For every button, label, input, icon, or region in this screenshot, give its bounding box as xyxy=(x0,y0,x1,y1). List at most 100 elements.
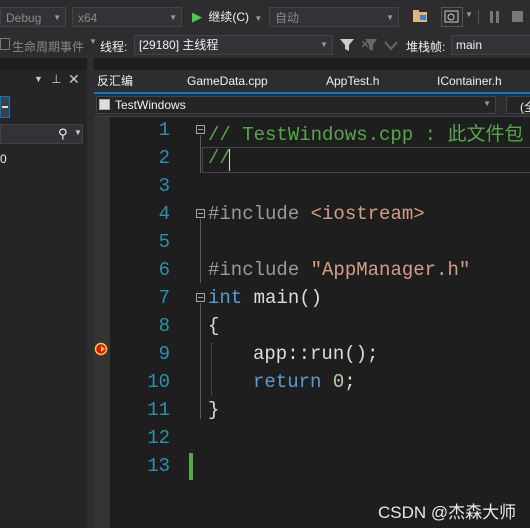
continue-button[interactable]: ▶ 继续(C) ▼ xyxy=(192,7,262,27)
collapse-icon[interactable] xyxy=(196,209,205,218)
search-input[interactable]: ⚲ ▼ xyxy=(0,124,83,144)
preprocessor-token: #include xyxy=(208,203,311,225)
scope-dropdown[interactable]: (全 xyxy=(506,96,530,114)
left-tool-window: ▼ ⊥ ✕ ⚲ ▼ 0 xyxy=(0,70,87,528)
chevron-down-icon: ▼ xyxy=(386,13,394,22)
debug-location-toolbar: 生命周期事件 ▼ 线程: [29180] 主线程 ▼ 堆栈帧: main xyxy=(0,34,530,58)
stop-icon[interactable] xyxy=(512,11,524,26)
line-number: 5 xyxy=(158,231,170,253)
outline-line xyxy=(200,135,201,173)
chevron-down-icon: ▼ xyxy=(483,99,491,108)
code-line-9: app::run(); xyxy=(253,343,379,365)
line-number: 3 xyxy=(158,175,170,197)
indent-guide xyxy=(211,343,213,395)
number-token: 0 xyxy=(332,371,345,393)
code-line-11: } xyxy=(208,399,220,421)
line-number: 13 xyxy=(147,455,170,477)
change-tracking-bar xyxy=(189,453,193,480)
header-token: "AppManager.h" xyxy=(310,259,471,281)
collapse-icon[interactable] xyxy=(196,125,205,134)
header-token: <iostream> xyxy=(310,203,425,225)
toolbar-button[interactable] xyxy=(0,96,10,118)
outline-line xyxy=(200,303,201,419)
line-number: 12 xyxy=(147,427,170,449)
flag-icon[interactable] xyxy=(384,40,398,55)
tab-icontainer-h[interactable]: IContainer.h xyxy=(437,70,502,92)
chevron-down-icon: ▼ xyxy=(53,13,61,22)
chevron-down-icon[interactable]: ▼ xyxy=(465,10,473,19)
line-number: 2 xyxy=(158,147,170,169)
tab-disassembly[interactable]: 反汇编 xyxy=(97,70,133,92)
keyword-token: return xyxy=(253,371,322,393)
config-value: Debug xyxy=(6,11,42,25)
debug-toolbar: Debug ▼ x64 ▼ ▶ 继续(C) ▼ 自动 ▼ ▼ xyxy=(0,0,530,34)
thread-label: 线程: xyxy=(100,40,128,54)
tab-apptest-h[interactable]: AppTest.h xyxy=(326,70,379,92)
line-number: 11 xyxy=(147,399,170,421)
stackframe-value: main xyxy=(456,38,483,52)
line-number: 4 xyxy=(158,203,170,225)
chevron-down-icon: ▼ xyxy=(89,37,97,46)
close-icon[interactable]: ✕ xyxy=(68,71,80,88)
chevron-down-icon: ▼ xyxy=(254,14,263,23)
solution-config-dropdown[interactable]: Debug ▼ xyxy=(0,7,66,27)
folder-icon[interactable] xyxy=(412,9,428,23)
keyword-token: int xyxy=(208,287,243,309)
preprocessor-token: #include xyxy=(208,259,311,281)
line-number: 7 xyxy=(158,287,170,309)
collapse-icon[interactable] xyxy=(196,293,205,302)
scope-value: (全 xyxy=(520,100,530,114)
code-line-4: #include <iostream> xyxy=(208,203,425,225)
magnifier-icon[interactable]: ⚲ xyxy=(58,126,68,142)
chevron-down-icon[interactable]: ▼ xyxy=(74,128,82,137)
project-icon xyxy=(99,99,110,110)
project-dropdown[interactable]: TestWindows ▼ xyxy=(96,96,496,114)
line-number: 10 xyxy=(147,371,170,393)
splitter[interactable] xyxy=(87,58,94,528)
play-icon: ▶ xyxy=(192,9,202,24)
function-signature: main() xyxy=(242,287,323,309)
filter-icon[interactable] xyxy=(340,38,354,55)
chevron-down-icon: ▼ xyxy=(320,40,328,49)
chevron-down-icon: ▼ xyxy=(169,13,177,22)
line-number: 6 xyxy=(158,259,170,281)
stackframe-label: 堆栈帧: xyxy=(406,40,446,54)
lifecycle-icon xyxy=(0,38,10,50)
pin-icon[interactable]: ⊥ xyxy=(51,72,61,86)
chevron-down-icon[interactable]: ▼ xyxy=(34,74,43,84)
navigation-bar: TestWindows ▼ (全 xyxy=(94,94,530,116)
breakpoint-icon[interactable] xyxy=(94,342,108,356)
auto-value: 自动 xyxy=(275,11,300,25)
code-line-1: // TestWindows.cpp : 此文件包 xyxy=(208,124,524,146)
code-line-10: return 0; xyxy=(253,371,356,393)
tab-gamedata-cpp[interactable]: GameData.cpp xyxy=(187,70,268,92)
list-item[interactable]: 0 xyxy=(0,152,7,166)
auto-dropdown[interactable]: 自动 ▼ xyxy=(269,7,399,27)
filter-disabled-icon[interactable] xyxy=(361,38,378,55)
thread-value: [29180] 主线程 xyxy=(139,38,219,52)
code-line-7: int main() xyxy=(208,287,322,309)
line-number: 9 xyxy=(158,343,170,365)
continue-label: 继续(C) xyxy=(208,10,250,24)
indicator-margin[interactable] xyxy=(94,117,110,528)
lifecycle-events-button[interactable]: 生命周期事件 xyxy=(12,38,84,55)
browser-icon[interactable] xyxy=(441,7,463,27)
platform-dropdown[interactable]: x64 ▼ xyxy=(72,7,182,27)
pause-icon[interactable] xyxy=(490,11,500,26)
watermark-text: CSDN @杰森大师 xyxy=(378,503,517,522)
toolbar-divider xyxy=(478,10,479,24)
stackframe-dropdown[interactable]: main xyxy=(451,35,530,55)
current-line-highlight xyxy=(202,147,530,173)
line-number: 1 xyxy=(158,119,170,141)
thread-dropdown[interactable]: [29180] 主线程 ▼ xyxy=(134,35,333,55)
outline-line xyxy=(200,219,201,283)
text-cursor xyxy=(229,149,230,171)
code-editor[interactable]: 1 2 3 4 5 6 7 8 9 10 11 12 13 // TestWin… xyxy=(110,117,530,528)
project-name: TestWindows xyxy=(115,98,186,112)
document-tabs: 反汇编 GameData.cpp AppTest.h IContainer.h xyxy=(94,70,530,92)
code-line-8: { xyxy=(208,315,220,337)
semicolon-token: ; xyxy=(344,371,356,393)
line-number: 8 xyxy=(158,315,170,337)
code-line-2: // xyxy=(208,147,231,169)
